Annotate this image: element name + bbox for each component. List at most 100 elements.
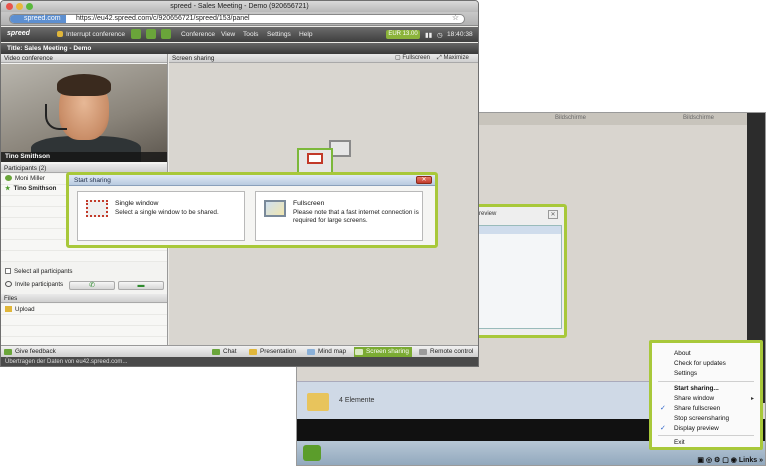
tab-mind-map-label: Mind map <box>318 348 347 355</box>
signal-icon: ▮▮ <box>425 32 433 39</box>
fullscreen-button[interactable]: ▢ Fullscreen <box>395 54 430 63</box>
tray-links-label: Links <box>738 457 758 464</box>
single-window-option[interactable]: Single window Select a single window to … <box>77 191 245 241</box>
screen-sharing-header: Screen sharing ▢ Fullscreen ⤢ Maximize <box>169 54 478 63</box>
site-badge: spreed.com <box>10 15 66 23</box>
menu-view[interactable]: View <box>221 31 235 38</box>
select-all-checkbox[interactable]: Select all participants <box>5 268 72 275</box>
menu-item-share-window[interactable]: Share window <box>674 395 714 402</box>
menu-item-settings[interactable]: Settings <box>674 370 697 377</box>
tab-screen-sharing[interactable]: Screen sharing <box>354 347 412 357</box>
status-bar: Übertragen der Daten von eu42.spreed.com… <box>1 357 478 366</box>
interrupt-icon <box>57 31 63 37</box>
submenu-arrow-icon: ▸ <box>750 396 754 402</box>
clock-time: 18:40:38 <box>447 31 473 38</box>
tab-presentation[interactable]: Presentation <box>248 347 296 357</box>
give-feedback-button[interactable]: Give feedback <box>3 347 56 357</box>
tray-context-menu: About Check for updates Settings Start s… <box>649 340 763 450</box>
screen-sharing-icon <box>355 349 363 355</box>
folder-label: 4 Elemente <box>339 397 375 404</box>
give-feedback-label: Give feedback <box>15 348 56 355</box>
participant-row[interactable]: Moni Miller <box>5 175 45 182</box>
zoom-window-icon[interactable] <box>26 3 33 10</box>
menu-settings[interactable]: Settings <box>267 31 291 38</box>
tab-screen-sharing-label: Screen sharing <box>366 348 409 355</box>
minimize-window-icon[interactable] <box>16 3 23 10</box>
tab-remote-control[interactable]: Remote control <box>418 347 473 357</box>
call-button[interactable]: ✆ <box>69 281 115 290</box>
bottom-toolbar: Give feedback Chat Presentation Mind map… <box>1 345 478 357</box>
chat-icon <box>212 349 220 355</box>
select-all-label: Select all participants <box>14 268 73 275</box>
check-icon[interactable] <box>161 29 171 39</box>
participant-row[interactable]: ★ Tino Smithson <box>5 185 56 192</box>
single-window-title: Single window <box>115 200 159 207</box>
start-sharing-dialog: Start sharing ✕ Single window Select a s… <box>66 172 438 248</box>
upload-button[interactable]: Upload <box>5 306 35 313</box>
menu-item-stop-screensharing[interactable]: Stop screensharing <box>674 415 729 422</box>
menu-item-start-sharing[interactable]: Start sharing... <box>674 385 719 392</box>
invite-label[interactable]: Invite participants <box>15 281 63 288</box>
invite-participants-row: Invite participants <box>5 281 63 288</box>
url-field[interactable]: spreed.com https://eu42.spreed.com/c/920… <box>9 14 465 24</box>
selected-window-icon <box>307 153 323 164</box>
checkbox-icon <box>5 268 11 275</box>
upload-label: Upload <box>15 306 35 313</box>
menu-item-display-preview[interactable]: Display preview <box>674 425 719 432</box>
address-bar: spreed.com https://eu42.spreed.com/c/920… <box>1 12 478 26</box>
video-feed: Tino Smithson <box>1 64 167 162</box>
spreed-taskbar-icon[interactable] <box>303 445 321 461</box>
check-icon: ✓ <box>660 425 666 432</box>
menu-help[interactable]: Help <box>299 31 313 38</box>
menu-item-check-updates[interactable]: Check for updates <box>674 360 726 367</box>
mind-map-icon <box>307 349 315 355</box>
menu-separator <box>658 381 754 382</box>
url-text: https://eu42.spreed.com/c/920656721/spre… <box>76 15 250 22</box>
thumbnail-label: Bildschirme <box>683 115 715 121</box>
phone-icon: ✆ <box>89 282 95 289</box>
fullscreen-label: Fullscreen <box>402 55 431 61</box>
person-icon <box>5 281 12 288</box>
feedback-icon <box>4 349 12 355</box>
single-window-description: Select a single window to be shared. <box>115 209 219 216</box>
remote-control-icon <box>419 349 427 355</box>
folder-icon[interactable] <box>307 393 329 411</box>
window-title: spreed - Sales Meeting - Demo (920656721… <box>170 3 309 10</box>
dialog-title: Start sharing <box>69 175 435 186</box>
tab-chat-label: Chat <box>223 348 237 355</box>
camera-icon: ▬ <box>137 282 145 289</box>
video-person-hair <box>57 74 111 96</box>
app-toolbar: spreed Interrupt conference Conference V… <box>1 27 478 42</box>
video-person-name: Tino Smithson <box>1 152 167 162</box>
tab-mind-map[interactable]: Mind map <box>306 347 346 357</box>
dialog-close-button[interactable]: ✕ <box>416 176 432 184</box>
bookmark-star-icon[interactable]: ☆ <box>452 14 459 22</box>
close-window-icon[interactable] <box>6 3 13 10</box>
menu-item-about[interactable]: About <box>674 350 691 357</box>
thumbnail-label: Bildschirme <box>555 115 587 121</box>
participant-speaker-icon <box>5 175 12 182</box>
fullscreen-option[interactable]: Fullscreen Please note that a fast inter… <box>255 191 423 241</box>
upload-icon <box>5 306 12 313</box>
menu-item-share-fullscreen[interactable]: Share fullscreen <box>674 405 720 412</box>
close-icon[interactable]: ✕ <box>548 210 558 219</box>
camera-button[interactable]: ▬ <box>118 281 164 290</box>
menu-tools[interactable]: Tools <box>243 31 258 38</box>
pen-icon[interactable] <box>146 29 156 39</box>
maximize-label: Maximize <box>443 55 469 61</box>
interrupt-conference-button[interactable]: Interrupt conference <box>66 31 125 38</box>
menu-item-exit[interactable]: Exit <box>674 439 685 446</box>
screen-sharing-title: Screen sharing <box>172 55 215 62</box>
video-header: Video conference <box>1 54 167 63</box>
presentation-icon <box>249 349 257 355</box>
tab-remote-control-label: Remote control <box>430 348 474 355</box>
menu-separator <box>658 435 754 436</box>
maximize-button[interactable]: ⤢ Maximize <box>437 54 469 63</box>
menu-conference[interactable]: Conference <box>181 31 215 38</box>
tray-links[interactable]: ▣ ◎ ⚙ ▢ ◉ Links » <box>697 456 763 464</box>
fullscreen-option-description: Please note that a fast internet connect… <box>293 209 419 224</box>
upload-arrow-icon[interactable] <box>131 29 141 39</box>
star-icon: ★ <box>5 185 11 192</box>
tab-chat[interactable]: Chat <box>211 347 237 357</box>
participant-name: Moni Miller <box>15 175 45 182</box>
